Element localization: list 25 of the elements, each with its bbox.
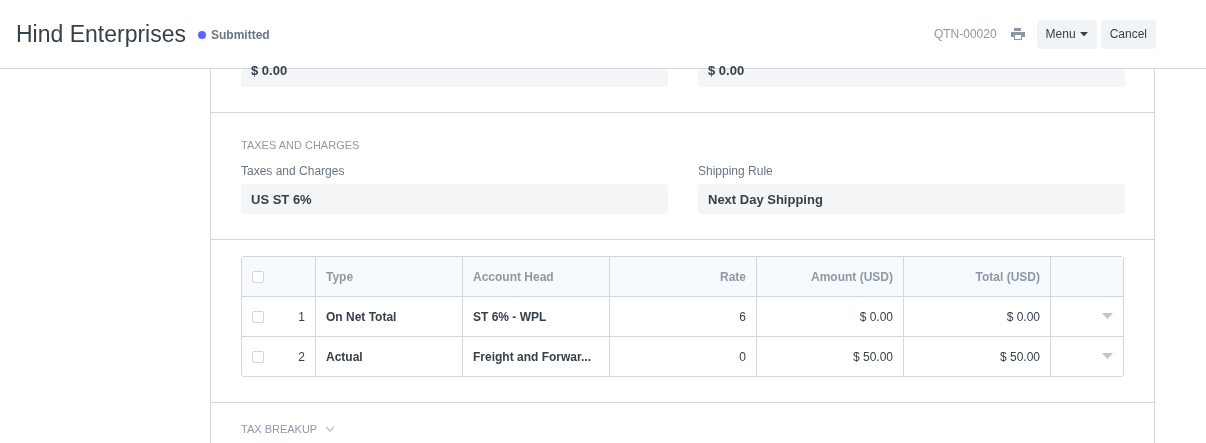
row-number: 2 [298, 349, 305, 364]
row-checkbox[interactable] [252, 350, 264, 363]
table-cell: $ 50.00 [903, 337, 1050, 376]
row-number: 1 [298, 309, 305, 324]
row-checkbox[interactable] [252, 310, 264, 323]
table-cell: Freight and Forwar... [462, 337, 609, 376]
field-label: Taxes and Charges [241, 164, 346, 178]
select-all-checkbox[interactable] [252, 270, 264, 283]
chevron-icon[interactable] [325, 426, 336, 432]
document-id: QTN-00020 [933, 27, 997, 41]
menu-button[interactable]: Menu [1036, 19, 1097, 49]
page-title: Hind Enterprises [16, 20, 187, 48]
table-cell: Actual [315, 337, 462, 376]
link-field[interactable]: Next Day Shipping [698, 184, 1125, 214]
table-cell: $ 50.00 [756, 337, 903, 376]
caret-icon [1102, 313, 1113, 320]
cancel-button[interactable]: Cancel [1100, 19, 1156, 49]
field-label: Shipping Rule [698, 164, 774, 178]
section-heading: TAXES AND CHARGES [241, 139, 360, 151]
table-cell: 0 [609, 337, 756, 376]
caret-icon [1102, 353, 1113, 360]
link-field[interactable]: US ST 6% [241, 184, 668, 214]
caret-icon [1079, 31, 1088, 37]
status-label: Submitted [211, 28, 270, 42]
print-icon[interactable] [1010, 28, 1025, 40]
